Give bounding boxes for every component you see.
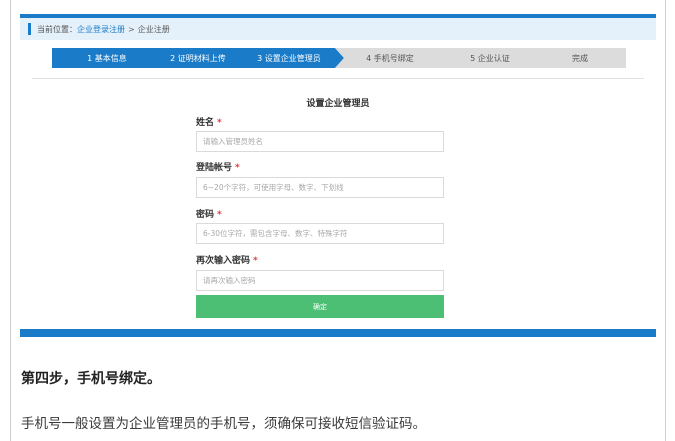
password-input[interactable] bbox=[196, 223, 444, 244]
bottom-accent-bar bbox=[20, 329, 656, 337]
step-upload-documents: 2 证明材料上传 bbox=[143, 48, 253, 68]
step-progress: 1 基本信息 2 证明材料上传 3 设置企业管理员 4 手机号绑定 5 企业认证… bbox=[52, 48, 626, 68]
article-paragraph: 手机号一般设置为企业管理员的手机号，须确保可接收短信验证码。 bbox=[21, 416, 426, 432]
registration-screenshot: 当前位置： 企业登录注册 > 企业注册 1 基本信息 2 证明材料上传 3 设置… bbox=[20, 14, 656, 337]
required-mark: * bbox=[253, 256, 258, 266]
confirm-password-input[interactable] bbox=[196, 270, 444, 291]
password-label: 密码 * bbox=[196, 207, 222, 220]
divider bbox=[32, 78, 644, 79]
admin-name-input[interactable] bbox=[196, 131, 444, 152]
step-complete: 完成 bbox=[534, 48, 626, 68]
breadcrumb-current: 企业注册 bbox=[137, 24, 170, 34]
step-set-admin: 3 设置企业管理员 bbox=[234, 48, 344, 68]
required-mark: * bbox=[235, 163, 240, 173]
breadcrumb: 当前位置： 企业登录注册 > 企业注册 bbox=[20, 18, 656, 40]
article-step-heading: 第四步，手机号绑定。 bbox=[21, 371, 161, 387]
step-enterprise-verification: 5 企业认证 bbox=[435, 48, 545, 68]
step-basic-info: 1 基本信息 bbox=[52, 48, 162, 68]
step-phone-binding: 4 手机号绑定 bbox=[335, 48, 445, 68]
required-mark: * bbox=[217, 118, 222, 128]
breadcrumb-marker bbox=[28, 23, 31, 35]
breadcrumb-link-login[interactable]: 企业登录注册 bbox=[77, 24, 125, 35]
required-mark: * bbox=[217, 210, 222, 220]
password-label-text: 密码 bbox=[196, 210, 215, 220]
confirm-button[interactable]: 确定 bbox=[196, 295, 444, 318]
confirm-password-label: 再次输入密码 * bbox=[196, 253, 258, 266]
confirm-password-label-text: 再次输入密码 bbox=[196, 256, 251, 266]
breadcrumb-prefix: 当前位置： bbox=[37, 24, 77, 34]
name-label-text: 姓名 bbox=[196, 118, 215, 128]
name-label: 姓名 * bbox=[196, 115, 222, 128]
form-title: 设置企业管理员 bbox=[306, 99, 370, 109]
breadcrumb-separator: > bbox=[128, 24, 135, 34]
account-label: 登陆帐号 * bbox=[196, 160, 240, 173]
account-label-text: 登陆帐号 bbox=[196, 163, 233, 173]
login-account-input[interactable] bbox=[196, 177, 444, 198]
